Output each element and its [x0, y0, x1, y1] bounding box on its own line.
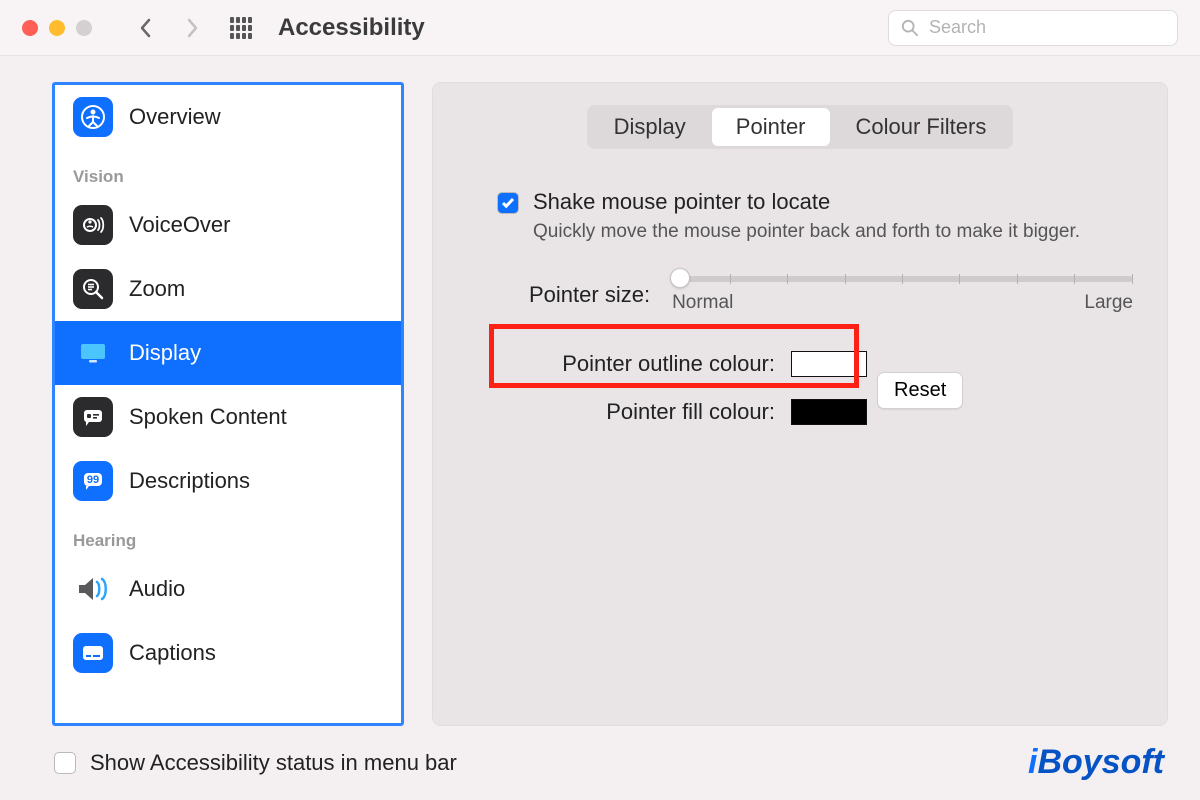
sidebar-header-vision: Vision [55, 149, 401, 193]
fill-colour-label: Pointer fill colour: [517, 399, 775, 425]
sidebar-item-label: Display [129, 340, 201, 366]
display-icon [73, 333, 113, 373]
fill-colour-swatch[interactable] [791, 399, 867, 425]
outline-colour-swatch[interactable] [791, 351, 867, 377]
content-pane: Display Pointer Colour Filters Shake mou… [432, 82, 1168, 726]
pointer-size-label: Pointer size: [529, 282, 650, 308]
sidebar-item-overview[interactable]: Overview [55, 85, 401, 149]
apps-grid-icon[interactable] [230, 17, 252, 39]
back-button[interactable] [128, 10, 164, 46]
accessibility-window: Accessibility Overview Vision [0, 0, 1200, 800]
fill-colour-row: Pointer fill colour: [517, 388, 1133, 436]
sidebar-scroll[interactable]: Overview Vision VoiceOver Zoom [55, 85, 401, 723]
outline-colour-row: Pointer outline colour: [517, 340, 1133, 388]
shake-description: Quickly move the mouse pointer back and … [533, 219, 1080, 246]
sidebar: Overview Vision VoiceOver Zoom [52, 82, 404, 726]
shake-checkbox[interactable] [497, 192, 519, 214]
pointer-size-slider[interactable]: Normal Large [672, 276, 1133, 314]
footer: Show Accessibility status in menu bar iB… [0, 726, 1200, 800]
sidebar-item-label: Spoken Content [129, 404, 287, 430]
svg-text:99: 99 [87, 474, 99, 486]
display-tabs: Display Pointer Colour Filters [587, 105, 1014, 149]
overview-icon [73, 97, 113, 137]
slider-thumb[interactable] [670, 268, 690, 288]
forward-button[interactable] [174, 10, 210, 46]
sidebar-item-captions[interactable]: Captions [55, 621, 401, 685]
reset-button[interactable]: Reset [877, 372, 963, 409]
sidebar-item-label: Descriptions [129, 468, 250, 494]
zoom-magnifier-icon [73, 269, 113, 309]
sidebar-item-display[interactable]: Display [55, 321, 401, 385]
shake-label: Shake mouse pointer to locate [533, 189, 1080, 215]
pointer-colour-group: Pointer outline colour: Pointer fill col… [497, 340, 1133, 436]
tab-display[interactable]: Display [590, 108, 710, 146]
tab-colour-filters[interactable]: Colour Filters [832, 108, 1011, 146]
search-input[interactable] [927, 16, 1165, 39]
spoken-content-icon [73, 397, 113, 437]
pointer-section: Shake mouse pointer to locate Quickly mo… [467, 189, 1133, 436]
slider-min-label: Normal [672, 292, 733, 314]
captions-icon [73, 633, 113, 673]
audio-icon [73, 569, 113, 609]
outline-colour-label: Pointer outline colour: [517, 351, 775, 377]
show-status-checkbox[interactable] [54, 752, 76, 774]
sidebar-item-spoken-content[interactable]: Spoken Content [55, 385, 401, 449]
show-status-label: Show Accessibility status in menu bar [90, 750, 457, 776]
body: Overview Vision VoiceOver Zoom [0, 56, 1200, 726]
titlebar: Accessibility [0, 0, 1200, 56]
window-controls [22, 20, 92, 36]
sidebar-item-audio[interactable]: Audio [55, 557, 401, 621]
close-icon[interactable] [22, 20, 38, 36]
check-icon [501, 196, 515, 210]
descriptions-icon: 99 [73, 461, 113, 501]
voiceover-icon [73, 205, 113, 245]
shake-to-locate-row: Shake mouse pointer to locate Quickly mo… [497, 189, 1133, 246]
search-field[interactable] [888, 10, 1178, 46]
window-title: Accessibility [278, 14, 425, 42]
tab-pointer[interactable]: Pointer [712, 108, 830, 146]
minimize-icon[interactable] [49, 20, 65, 36]
sidebar-item-voiceover[interactable]: VoiceOver [55, 193, 401, 257]
search-icon [901, 19, 919, 37]
sidebar-item-label: Audio [129, 576, 185, 602]
pointer-size-row: Pointer size: Normal Large [497, 276, 1133, 314]
sidebar-item-label: Zoom [129, 276, 185, 302]
slider-max-label: Large [1084, 292, 1133, 314]
sidebar-item-label: Captions [129, 640, 216, 666]
sidebar-item-label: VoiceOver [129, 212, 231, 238]
sidebar-item-descriptions[interactable]: 99 Descriptions [55, 449, 401, 513]
brand-watermark: iBoysoft [1028, 743, 1164, 782]
sidebar-header-hearing: Hearing [55, 513, 401, 557]
zoom-icon[interactable] [76, 20, 92, 36]
sidebar-item-label: Overview [129, 104, 221, 130]
sidebar-item-zoom[interactable]: Zoom [55, 257, 401, 321]
